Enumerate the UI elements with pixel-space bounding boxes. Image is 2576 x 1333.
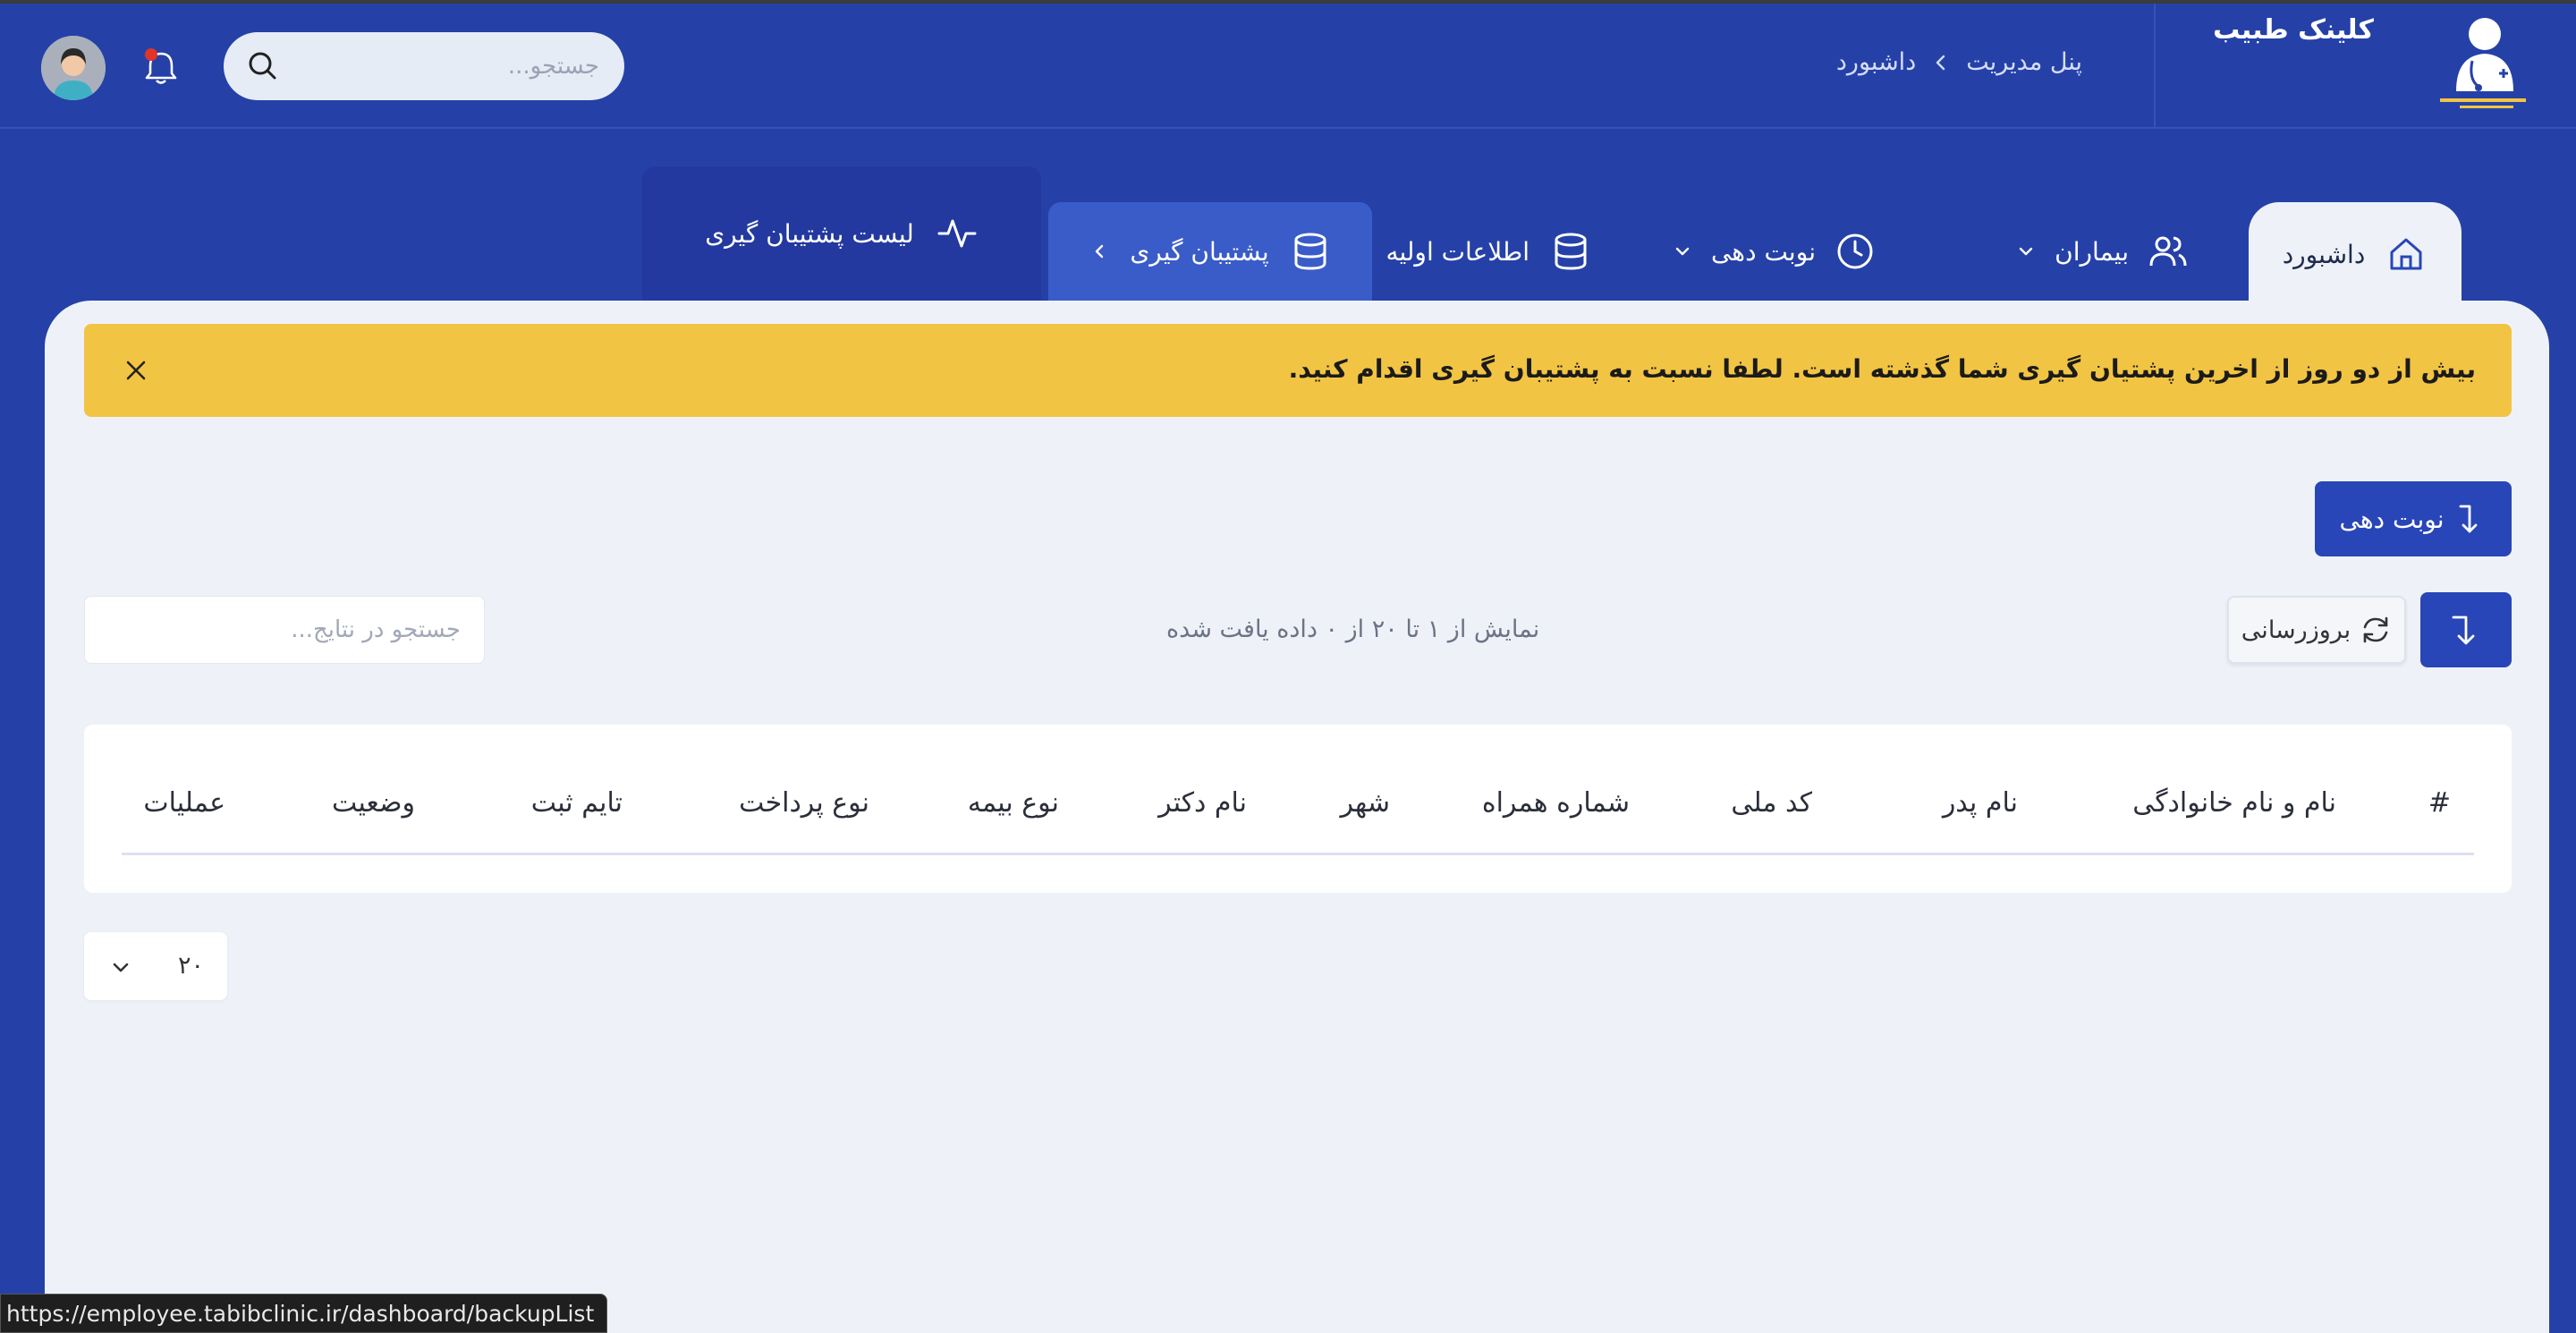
column-header-status[interactable]: وضعیت [332, 787, 415, 819]
tab-backup[interactable]: پشتیبان گیری [1048, 202, 1372, 301]
tab-basic-info-label: اطلاعات اولیه [1385, 236, 1530, 267]
results-search-input[interactable] [85, 597, 484, 663]
main-panel: بیش از دو روز از اخرین پشتیان گیری شما گ… [45, 301, 2549, 1333]
chevron-down-icon [2019, 247, 2033, 256]
refresh-button-label: بروزرسانی [2241, 616, 2351, 644]
export-button[interactable] [2420, 592, 2512, 667]
notification-dot [145, 48, 157, 61]
column-header-father-name[interactable]: نام پدر [1943, 787, 2018, 819]
chevron-down-icon [113, 963, 129, 972]
tab-backup-list[interactable]: لیست پشتیبان گیری [642, 166, 1041, 301]
alert-message: بیش از دو روز از اخرین پشتیان گیری شما گ… [1288, 354, 2476, 384]
results-count-info: نمایش از ۱ تا ۲۰ از ۰ داده یافت شده [1166, 616, 1540, 643]
chevron-left-icon [1096, 244, 1104, 259]
top-header: کلینک طبیب پنل مدیریت داشبورد [0, 4, 2576, 129]
table-header: # نام و نام خانوادگی نام پدر کد ملی شمار… [122, 725, 2474, 855]
tab-dashboard[interactable]: داشبورد [2249, 202, 2462, 306]
column-header-operations[interactable]: عملیات [143, 787, 225, 819]
tab-appointments[interactable]: نوبت دهی [1672, 202, 1877, 301]
browser-status-url: https://employee.tabibclinic.ir/dashboar… [0, 1294, 608, 1333]
clock-icon [1837, 233, 1873, 269]
header-search [224, 32, 624, 100]
activity-icon [937, 219, 977, 248]
column-header-mobile[interactable]: شماره همراه [1482, 787, 1630, 819]
user-avatar-icon [41, 36, 106, 100]
column-header-payment-type[interactable]: نوع پرداخت [739, 787, 869, 819]
breadcrumb-item-admin[interactable]: پنل مدیریت [1966, 48, 2082, 76]
refresh-icon [2363, 616, 2388, 643]
logo-block[interactable]: کلینک طبیب [2154, 4, 2576, 129]
database-icon [1294, 233, 1326, 270]
appointment-button-label: نوبت دهی [2339, 504, 2445, 534]
users-icon [2149, 236, 2187, 267]
refresh-button[interactable]: بروزرسانی [2227, 596, 2406, 664]
tab-backup-label: پشتیبان گیری [1130, 236, 1269, 267]
breadcrumb-item-dashboard: داشبورد [1835, 48, 1917, 76]
search-icon[interactable] [245, 48, 281, 84]
column-header-insurance-type[interactable]: نوع بیمه [968, 787, 1059, 819]
close-icon[interactable] [123, 358, 148, 383]
appointment-button[interactable]: نوبت دهی [2315, 481, 2512, 556]
column-header-national-code[interactable]: کد ملی [1731, 787, 1812, 819]
data-table: # نام و نام خانوادگی نام پدر کد ملی شمار… [84, 725, 2512, 893]
database-icon [1555, 233, 1587, 270]
tab-patients[interactable]: بیماران [2015, 202, 2190, 301]
column-header-full-name[interactable]: نام و نام خانوادگی [2132, 787, 2336, 819]
column-header-registration-time[interactable]: تایم ثبت [531, 787, 623, 819]
page-size-value: ۲۰ [177, 952, 204, 980]
column-header-index[interactable]: # [2428, 787, 2451, 819]
tab-appointments-label: نوبت دهی [1710, 236, 1816, 267]
tab-dashboard-label: داشبورد [2282, 239, 2366, 269]
chevron-down-icon [1675, 247, 1690, 256]
clinic-name: کلینک طبیب [2213, 14, 2374, 46]
breadcrumb: پنل مدیریت داشبورد [1836, 48, 2082, 76]
tab-backup-list-label: لیست پشتیبان گیری [705, 218, 914, 249]
search-input[interactable] [295, 32, 599, 100]
home-icon [2390, 238, 2422, 270]
tab-basic-info[interactable]: اطلاعات اولیه [1344, 202, 1592, 301]
tab-patients-label: بیماران [2055, 236, 2129, 267]
corner-arrow-icon [2459, 505, 2477, 533]
backup-warning-alert: بیش از دو روز از اخرین پشتیان گیری شما گ… [84, 324, 2512, 417]
chevron-left-icon [1936, 55, 1945, 70]
avatar[interactable] [41, 36, 106, 100]
clinic-logo [2440, 18, 2526, 108]
column-header-city[interactable]: شهر [1340, 787, 1390, 819]
corner-arrow-icon [2452, 616, 2475, 645]
column-header-doctor-name[interactable]: نام دکتر [1158, 787, 1247, 819]
page-size-select[interactable]: ۲۰ [84, 932, 227, 1000]
results-search [84, 596, 485, 664]
